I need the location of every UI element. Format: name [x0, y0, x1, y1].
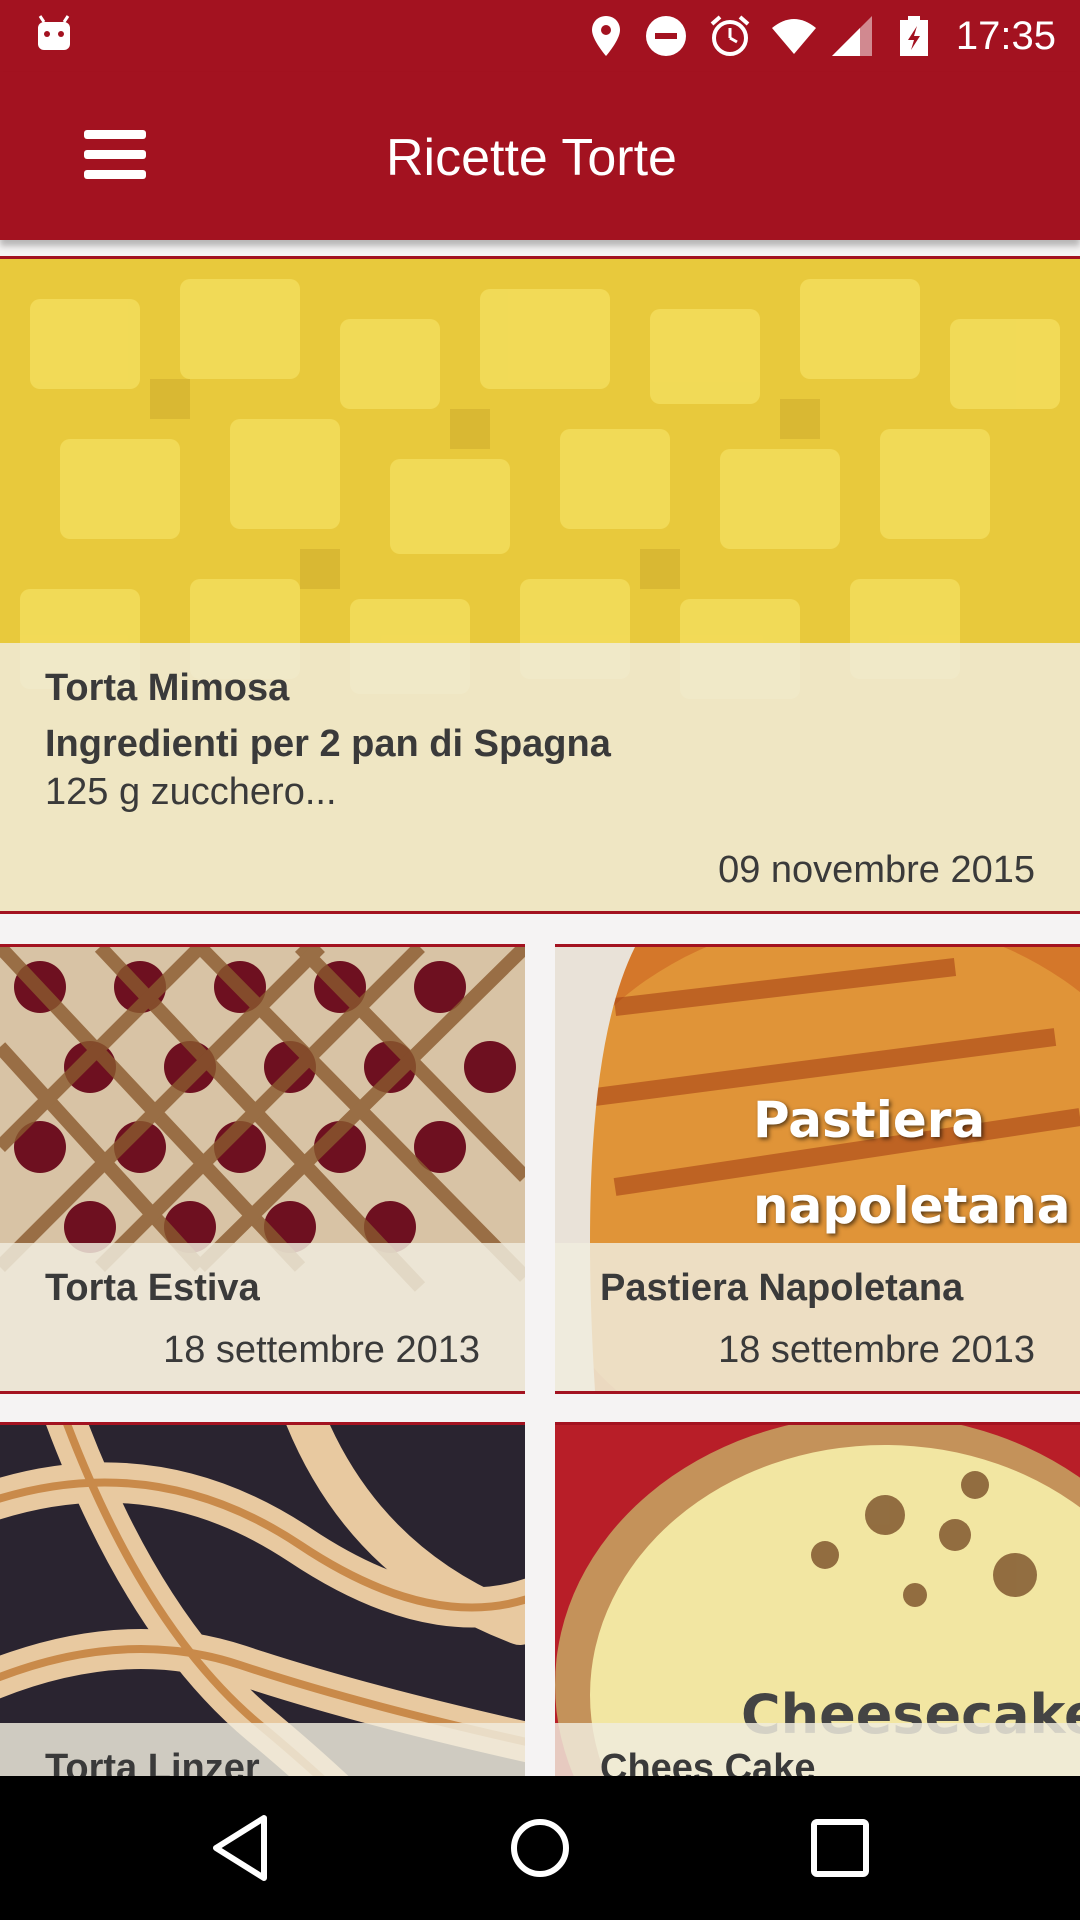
recipe-date: 09 novembre 2015 [718, 849, 1035, 891]
hamburger-menu-icon[interactable] [64, 124, 164, 188]
recipe-subtitle: Ingredienti per 2 pan di Spagna [45, 723, 611, 765]
status-time: 17:35 [955, 14, 1056, 58]
signal-icon [832, 16, 872, 56]
back-icon[interactable] [202, 1808, 282, 1888]
android-icon [38, 15, 70, 50]
recents-icon[interactable] [800, 1808, 880, 1888]
home-icon[interactable] [500, 1808, 580, 1888]
recipe-card-pastiera-napoletana[interactable]: Pastiera napoletana Pastiera Napoletana … [555, 944, 1080, 1394]
navigation-bar [0, 1776, 1080, 1920]
recipe-title: Torta Estiva [45, 1267, 260, 1309]
battery-charging-icon [900, 16, 928, 56]
status-bar: 17:35 [0, 0, 1080, 72]
recipe-card-featured[interactable]: Torta Mimosa Ingredienti per 2 pan di Sp… [0, 256, 1080, 914]
app-title: Ricette Torte [386, 129, 677, 187]
recipe-date: 18 settembre 2013 [718, 1329, 1035, 1371]
photo-caption-line1: Pastiera [753, 1091, 986, 1149]
recipe-card-info: Torta Mimosa Ingredienti per 2 pan di Sp… [0, 643, 1080, 911]
recipe-card-info: Pastiera Napoletana 18 settembre 2013 [555, 1243, 1080, 1391]
alarm-icon [710, 15, 750, 56]
recipe-card-torta-estiva[interactable]: Torta Estiva 18 settembre 2013 [0, 944, 525, 1394]
recipe-title: Pastiera Napoletana [600, 1267, 964, 1309]
app-bar: Ricette Torte [0, 72, 1080, 240]
recipe-title: Torta Mimosa [45, 667, 290, 709]
recipe-card-info: Torta Estiva 18 settembre 2013 [0, 1243, 525, 1391]
recipe-date: 18 settembre 2013 [163, 1329, 480, 1371]
wifi-icon [772, 19, 816, 54]
recipe-excerpt: 125 g zucchero... [45, 771, 337, 813]
do-not-disturb-icon [646, 16, 686, 56]
location-icon [592, 16, 620, 56]
photo-caption-line2: napoletana [753, 1177, 1071, 1235]
